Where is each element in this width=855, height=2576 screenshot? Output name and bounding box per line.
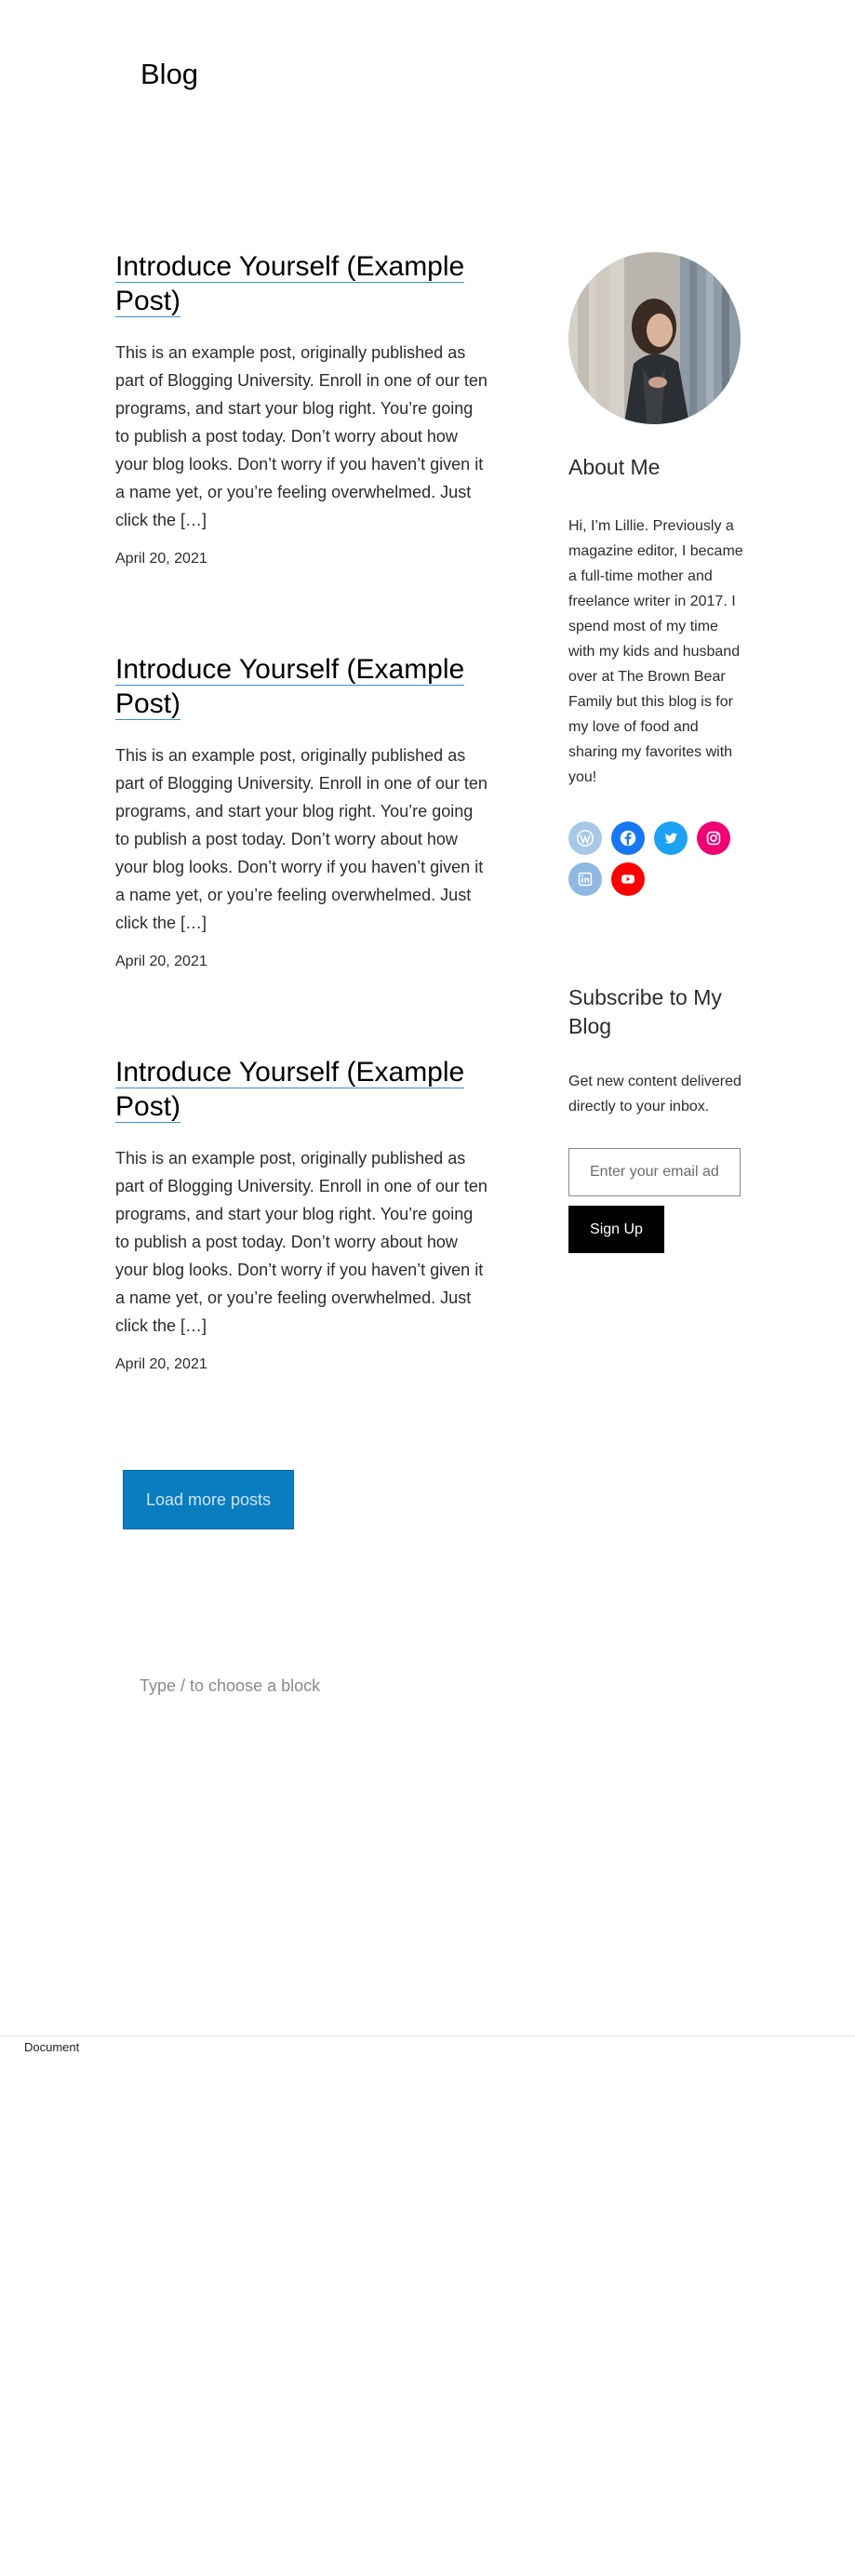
post-item: Introduce Yourself (Example Post) This i… [115, 249, 488, 652]
linkedin-icon[interactable] [568, 862, 602, 896]
post-title-link[interactable]: Introduce Yourself (Example Post) [115, 1057, 465, 1123]
footer-bar [0, 2035, 855, 2063]
twitter-icon[interactable] [654, 821, 688, 855]
post-date: April 20, 2021 [115, 954, 207, 969]
load-more-button[interactable]: Load more posts [123, 1470, 294, 1529]
block-placeholder[interactable]: Type / to choose a block [140, 1676, 320, 1696]
post-title: Introduce Yourself (Example Post) [115, 249, 488, 318]
subscribe-text: Get new content delivered directly to yo… [568, 1074, 741, 1114]
subscribe-heading: Subscribe to My Blog [568, 985, 722, 1038]
social-links [568, 821, 755, 896]
about-text: Hi, I’m Lillie. Previously a magazine ed… [568, 518, 743, 785]
post-excerpt: This is an example post, originally publ… [115, 1149, 488, 1335]
avatar-photo [568, 252, 741, 424]
post-excerpt: This is an example post, originally publ… [115, 746, 488, 932]
about-heading: About Me [568, 455, 661, 479]
post-excerpt: This is an example post, originally publ… [115, 343, 488, 529]
post-date: April 20, 2021 [115, 1356, 207, 1372]
post-date: April 20, 2021 [115, 551, 207, 567]
sidebar: About Me Hi, I’m Lillie. Previously a ma… [568, 252, 745, 1253]
post-title-link[interactable]: Introduce Yourself (Example Post) [115, 251, 465, 317]
wordpress-icon[interactable] [568, 821, 602, 855]
post-title: Introduce Yourself (Example Post) [115, 652, 488, 721]
post-item: Introduce Yourself (Example Post) This i… [115, 1055, 488, 1458]
post-item: Introduce Yourself (Example Post) This i… [115, 652, 488, 1055]
email-field[interactable] [568, 1148, 741, 1196]
youtube-icon[interactable] [611, 862, 645, 896]
post-title: Introduce Yourself (Example Post) [115, 1055, 488, 1124]
posts-list: Introduce Yourself (Example Post) This i… [115, 249, 488, 1458]
page-title: Blog [140, 58, 199, 90]
sign-up-button[interactable]: Sign Up [568, 1206, 664, 1253]
facebook-icon[interactable] [611, 821, 645, 855]
footer-breadcrumb[interactable]: Document [24, 2040, 79, 2054]
instagram-icon[interactable] [697, 821, 730, 855]
post-title-link[interactable]: Introduce Yourself (Example Post) [115, 654, 465, 720]
avatar [568, 252, 741, 424]
